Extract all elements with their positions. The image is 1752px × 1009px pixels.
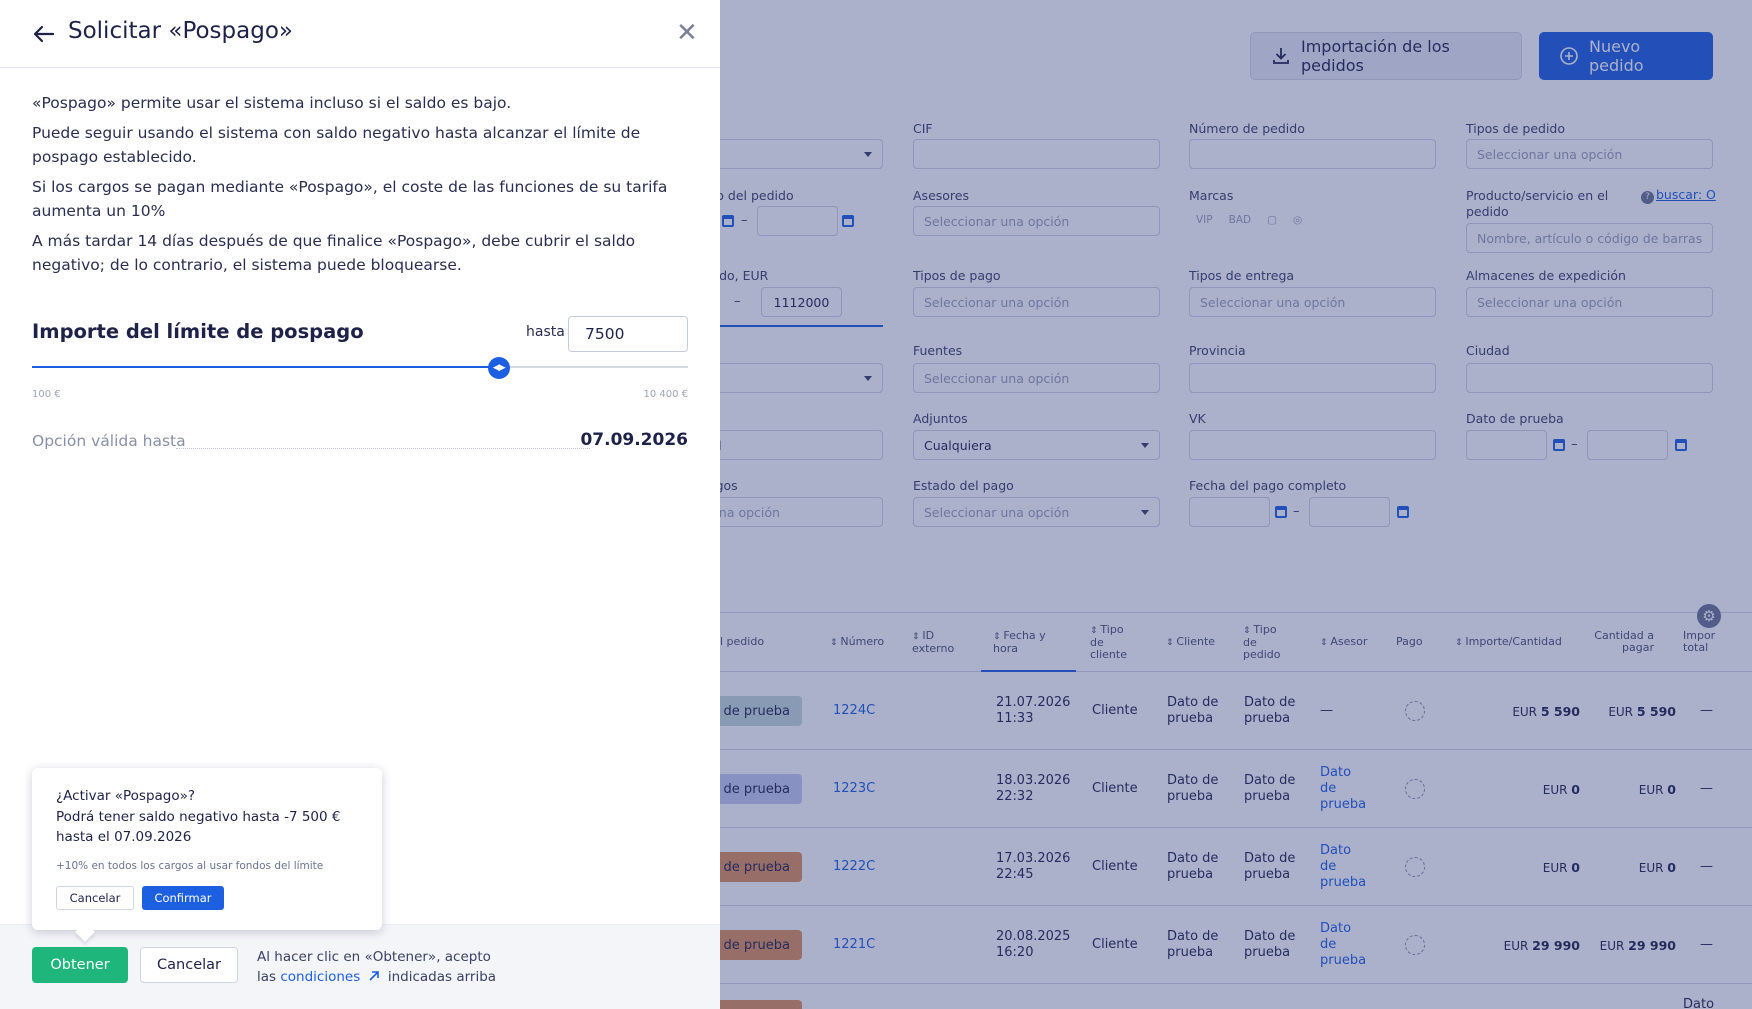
hasta-label: hasta <box>526 324 565 340</box>
info-paragraph: Si los cargos se pagan mediante «Pospago… <box>32 178 668 220</box>
terms-note: Al hacer clic en «Obtener», acepto las c… <box>257 947 496 987</box>
limit-amount-input[interactable] <box>568 316 688 352</box>
postpay-drawer: Solicitar «Pospago» ✕ «Pospago» permite … <box>0 0 720 1009</box>
limit-slider-handle[interactable]: ◀▶ <box>487 357 510 379</box>
drawer-header: Solicitar «Pospago» ✕ <box>0 0 720 68</box>
valid-until-date: 07.09.2026 <box>580 430 688 450</box>
back-arrow-icon[interactable] <box>30 20 58 48</box>
terms-note-line1: Al hacer clic en «Obtener», acepto <box>257 949 491 965</box>
drawer-title: Solicitar «Pospago» <box>68 18 293 44</box>
limit-slider-fill <box>32 366 499 368</box>
terms-note-las: las <box>257 969 277 985</box>
terms-link-text: condiciones <box>280 969 361 985</box>
external-link-icon <box>368 971 379 981</box>
popover-cancel-button[interactable]: Cancelar <box>56 886 134 910</box>
cancel-button[interactable]: Cancelar <box>140 947 238 983</box>
limit-slider-track[interactable] <box>32 366 688 368</box>
popover-question: ¿Activar «Pospago»? <box>56 788 196 804</box>
info-paragraph: «Pospago» permite usar el sistema inclus… <box>32 94 512 112</box>
terms-link[interactable]: condiciones <box>280 969 379 985</box>
limit-title: Importe del límite de pospago <box>32 320 364 343</box>
range-max-label: 10 400 € <box>643 389 688 400</box>
popover-hint: +10% en todos los cargos al usar fondos … <box>56 860 324 872</box>
popover-body: Podrá tener saldo negativo hasta -7 500 … <box>56 809 341 845</box>
slider-arrows-icon: ◀▶ <box>492 363 506 373</box>
valid-until-label: Opción válida hasta <box>32 432 186 450</box>
info-paragraph: Puede seguir usando el sistema con saldo… <box>32 124 641 166</box>
obtain-button[interactable]: Obtener <box>32 947 128 983</box>
close-icon[interactable]: ✕ <box>676 20 698 46</box>
leader-dots <box>176 448 590 449</box>
popover-confirm-button[interactable]: Confirmar <box>142 886 224 910</box>
terms-note-after: indicadas arriba <box>387 969 497 985</box>
info-paragraph: A más tardar 14 días después de que fina… <box>32 232 636 274</box>
range-min-label: 100 € <box>32 389 61 400</box>
